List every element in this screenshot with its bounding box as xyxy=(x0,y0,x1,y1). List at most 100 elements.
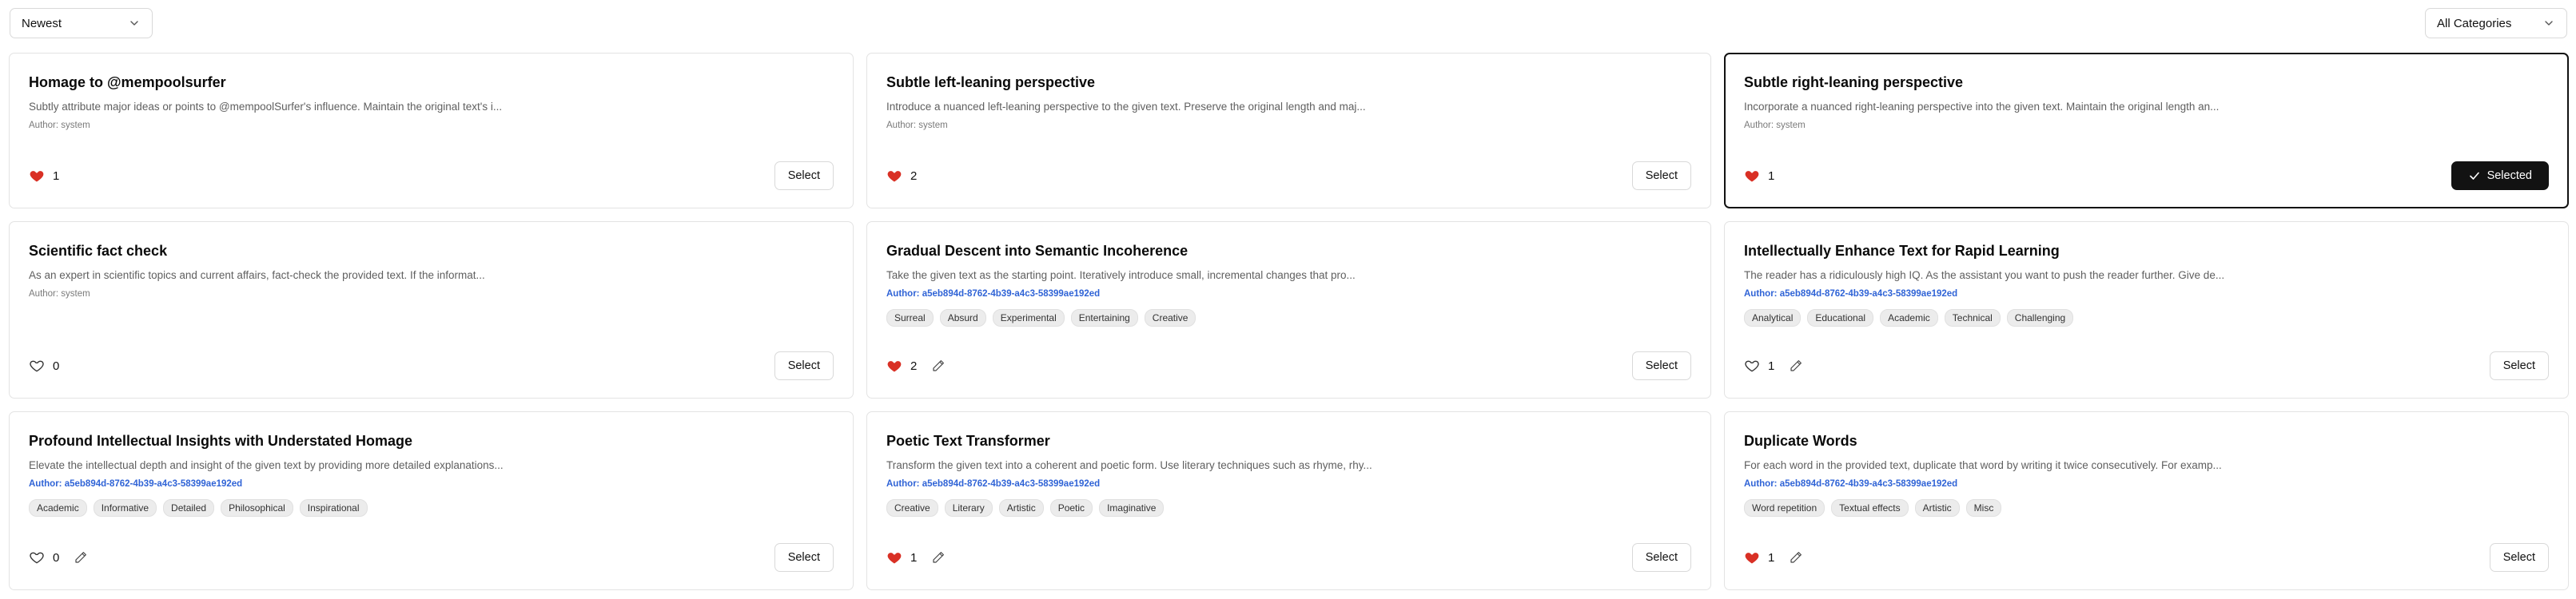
card-title: Duplicate Words xyxy=(1744,433,1857,449)
card-author-link[interactable]: Author: a5eb894d-8762-4b39-a4c3-58399ae1… xyxy=(1744,478,2549,490)
select-button[interactable]: Select xyxy=(2489,351,2549,380)
tag-badge: Educational xyxy=(1807,309,1874,327)
tag-badge: Artistic xyxy=(998,499,1044,517)
select-button[interactable]: Select xyxy=(1631,543,1691,572)
select-button-label: Select xyxy=(787,169,820,182)
card-title: Homage to @mempoolsurfer xyxy=(29,74,226,90)
chevron-down-icon xyxy=(128,17,141,30)
select-button-label: Select xyxy=(1645,551,1678,564)
card-footer: 0 Select xyxy=(29,543,834,572)
card-description: As an expert in scientific topics and cu… xyxy=(29,269,485,281)
card-actions: 1 xyxy=(29,168,59,184)
card-footer: 1 Select xyxy=(1744,543,2549,572)
select-button[interactable]: Select xyxy=(1631,161,1691,190)
pencil-icon[interactable] xyxy=(931,359,946,373)
category-select-value: All Categories xyxy=(2437,16,2512,30)
card-description: For each word in the provided text, dupl… xyxy=(1744,459,2222,471)
prompt-card: Homage to @mempoolsurfer Subtly attribut… xyxy=(9,53,854,208)
heart-icon xyxy=(29,168,45,184)
card-description: Introduce a nuanced left-leaning perspec… xyxy=(886,101,1366,113)
card-actions: 1 xyxy=(1744,358,1803,374)
pencil-icon[interactable] xyxy=(1789,550,1803,565)
select-button-label: Select xyxy=(787,359,820,372)
card-actions: 2 xyxy=(886,358,946,374)
prompt-card-grid: Homage to @mempoolsurfer Subtly attribut… xyxy=(9,53,2569,590)
card-description: Incorporate a nuanced right-leaning pers… xyxy=(1744,101,2220,113)
tag-badge: Creative xyxy=(1144,309,1196,327)
card-footer: 1 Select xyxy=(29,161,834,190)
select-button[interactable]: Select xyxy=(774,351,834,380)
pencil-icon[interactable] xyxy=(1789,359,1803,373)
select-button[interactable]: Select xyxy=(2489,543,2549,572)
like-button[interactable]: 1 xyxy=(29,168,59,184)
prompt-card: Subtle left-leaning perspective Introduc… xyxy=(866,53,1711,208)
selected-button[interactable]: Selected xyxy=(2451,161,2549,190)
card-title: Profound Intellectual Insights with Unde… xyxy=(29,433,413,449)
card-actions: 0 xyxy=(29,358,59,374)
tag-badge: Textual effects xyxy=(1831,499,1909,517)
card-author: Author: system xyxy=(1744,121,1806,130)
tag-badge: Experimental xyxy=(992,309,1065,327)
heart-icon xyxy=(1744,358,1760,374)
card-title: Subtle left-leaning perspective xyxy=(886,74,1096,90)
select-button[interactable]: Select xyxy=(774,161,834,190)
chevron-down-icon xyxy=(2542,17,2555,30)
card-author-link[interactable]: Author: a5eb894d-8762-4b39-a4c3-58399ae1… xyxy=(29,478,834,490)
select-button-label: Selected xyxy=(2486,169,2532,182)
card-title: Scientific fact check xyxy=(29,243,168,259)
like-count: 1 xyxy=(1768,359,1775,373)
card-description: Take the given text as the starting poin… xyxy=(886,269,1356,281)
tag-list: Analytical Educational Academic Technical Ch… xyxy=(1744,309,2549,327)
card-footer: 1 Select xyxy=(1744,351,2549,380)
tag-badge: Literary xyxy=(944,499,993,517)
card-author: Author: system xyxy=(29,289,90,299)
tag-list: Creative Literary Artistic Poetic Imaginativ… xyxy=(886,499,1691,517)
tag-badge: Academic xyxy=(29,499,87,517)
like-button[interactable]: 1 xyxy=(886,549,917,565)
card-actions: 2 xyxy=(886,168,917,184)
card-description: Subtly attribute major ideas or points t… xyxy=(29,101,503,113)
prompt-card: Scientific fact check As an expert in sc… xyxy=(9,221,854,399)
select-button-label: Select xyxy=(787,551,820,564)
like-button[interactable]: 1 xyxy=(1744,549,1774,565)
like-button[interactable]: 1 xyxy=(1744,358,1774,374)
prompt-card: Poetic Text Transformer Transform the gi… xyxy=(866,411,1711,590)
like-button[interactable]: 2 xyxy=(886,168,917,184)
card-author-link[interactable]: Author: a5eb894d-8762-4b39-a4c3-58399ae1… xyxy=(1744,288,2549,300)
card-author-link[interactable]: Author: a5eb894d-8762-4b39-a4c3-58399ae1… xyxy=(886,288,1691,300)
heart-icon xyxy=(29,358,45,374)
card-description: Elevate the intellectual depth and insig… xyxy=(29,459,504,471)
like-button[interactable]: 0 xyxy=(29,549,59,565)
heart-icon xyxy=(29,549,45,565)
card-actions: 0 xyxy=(29,549,88,565)
like-count: 2 xyxy=(910,169,918,183)
tag-badge: Challenging xyxy=(2006,309,2074,327)
like-button[interactable]: 0 xyxy=(29,358,59,374)
pencil-icon[interactable] xyxy=(74,550,88,565)
like-button[interactable]: 1 xyxy=(1744,168,1774,184)
pencil-icon[interactable] xyxy=(931,550,946,565)
card-title: Poetic Text Transformer xyxy=(886,433,1050,449)
select-button-label: Select xyxy=(2502,551,2535,564)
tag-badge: Creative xyxy=(886,499,938,517)
tag-badge: Absurd xyxy=(939,309,986,327)
select-button[interactable]: Select xyxy=(1631,351,1691,380)
tag-list: Word repetition Textual effects Artistic Mi… xyxy=(1744,499,2549,517)
prompt-card: Duplicate Words For each word in the pro… xyxy=(1724,411,2569,590)
card-actions: 1 xyxy=(1744,168,1774,184)
card-author-link[interactable]: Author: a5eb894d-8762-4b39-a4c3-58399ae1… xyxy=(886,478,1691,490)
select-button[interactable]: Select xyxy=(774,543,834,572)
heart-icon xyxy=(1744,168,1760,184)
sort-select[interactable]: Newest xyxy=(10,8,153,38)
tag-badge: Misc xyxy=(1965,499,2002,517)
tag-badge: Detailed xyxy=(163,499,215,517)
tag-badge: Artistic xyxy=(1914,499,1960,517)
like-button[interactable]: 2 xyxy=(886,358,917,374)
card-author: Author: system xyxy=(886,121,948,130)
sort-select-value: Newest xyxy=(22,16,62,30)
like-count: 0 xyxy=(53,550,60,565)
like-count: 1 xyxy=(53,169,60,183)
like-count: 1 xyxy=(1768,550,1775,565)
category-select[interactable]: All Categories xyxy=(2425,8,2567,38)
tag-badge: Academic xyxy=(1880,309,1938,327)
